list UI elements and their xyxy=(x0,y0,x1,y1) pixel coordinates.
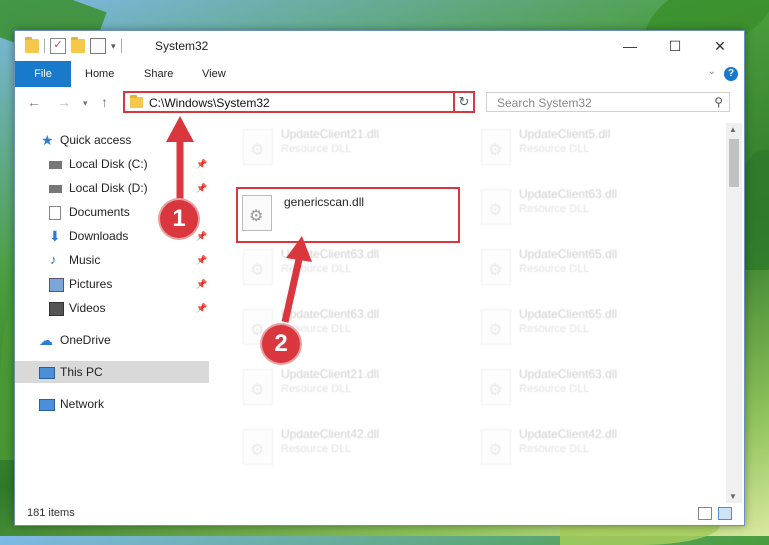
step-1-badge: 1 xyxy=(160,200,198,238)
arrow-to-address-bar xyxy=(166,116,194,205)
step-2-badge: 2 xyxy=(262,325,300,363)
arrow-to-file xyxy=(281,236,312,323)
annotation-arrows xyxy=(166,116,312,323)
